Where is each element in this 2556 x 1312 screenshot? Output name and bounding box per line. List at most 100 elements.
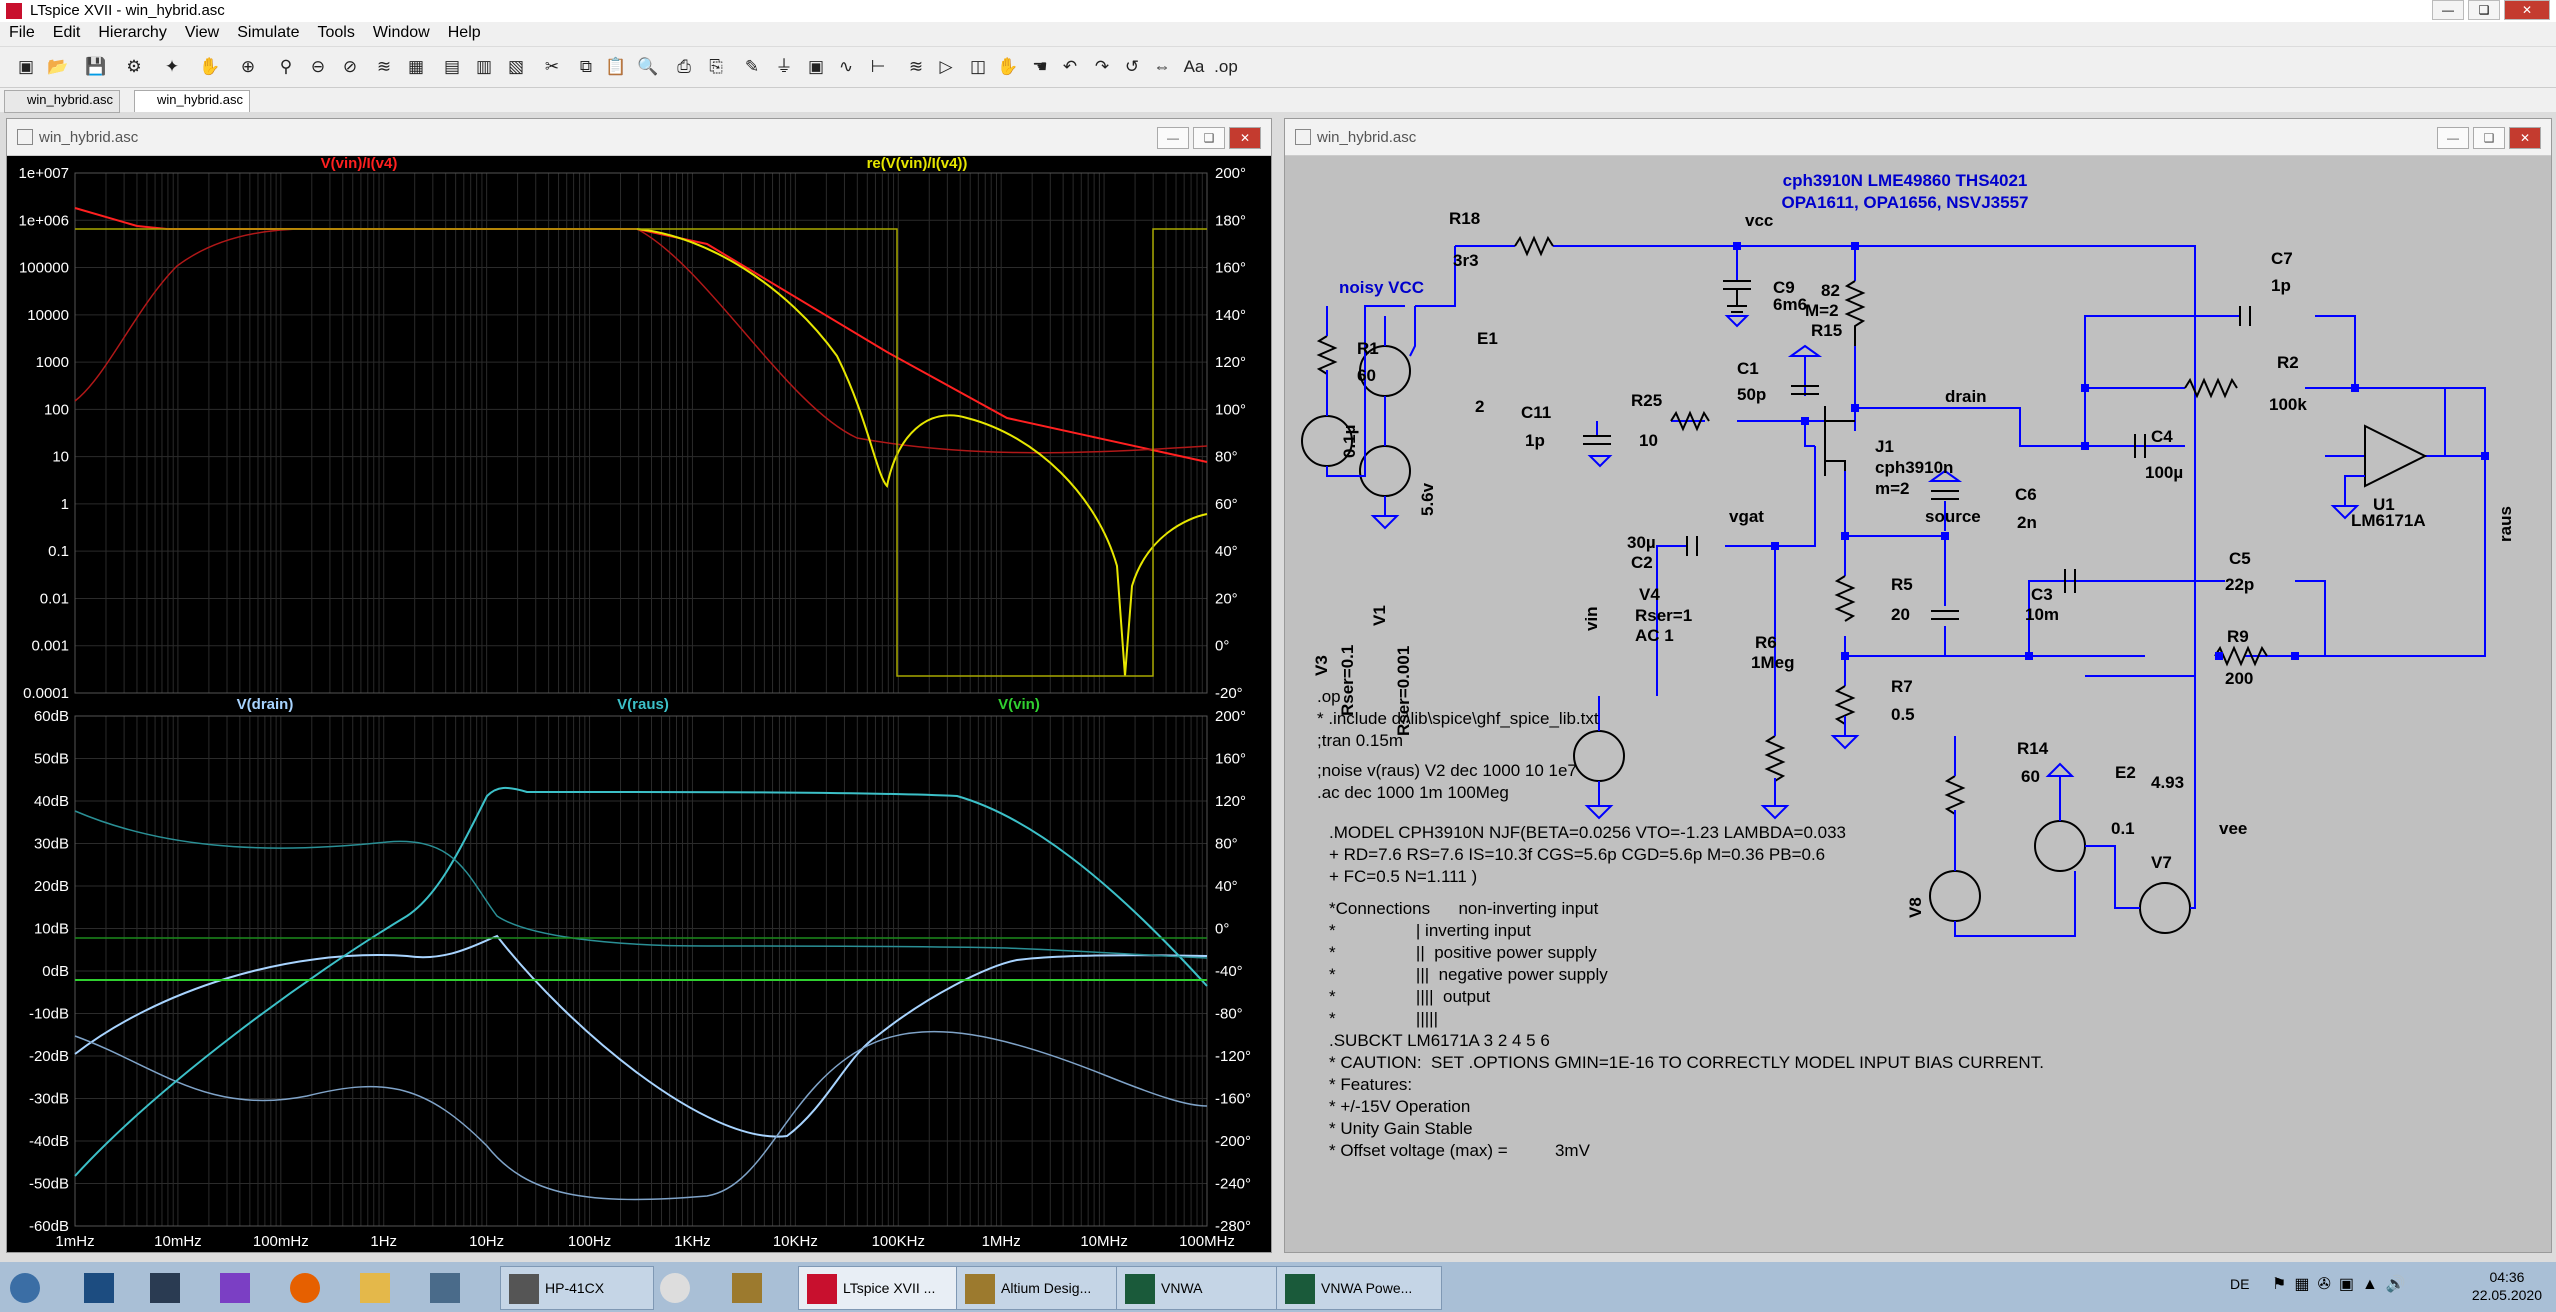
tray-icons[interactable]: ⚑▦✇▣▲🔊 xyxy=(2272,1274,2414,1294)
tab-waveform[interactable]: win_hybrid.asc xyxy=(134,90,250,112)
print-preview-icon[interactable]: ⎘ xyxy=(704,55,728,79)
zoom-in-icon[interactable]: ⊕ xyxy=(236,55,260,79)
spice-directive-line[interactable]: .op xyxy=(1317,686,2044,708)
tile-horizontal-icon[interactable]: ▤ xyxy=(440,55,464,79)
menu-file[interactable]: File xyxy=(0,22,44,46)
inductor-icon[interactable]: ≋ xyxy=(904,55,928,79)
clock[interactable]: 04:36 22.05.2020 xyxy=(2472,1268,2542,1304)
spice-directive-icon[interactable]: .op xyxy=(1214,55,1238,79)
label-net-icon[interactable]: ▣ xyxy=(804,55,828,79)
spice-directive-line[interactable]: * Offset voltage (max) = 3mV xyxy=(1329,1140,2044,1162)
find-icon[interactable]: 🔍 xyxy=(636,55,660,79)
open-icon[interactable]: 📂 xyxy=(46,55,70,79)
schematic-canvas[interactable]: R18 3r3 vcc C9 6m6 noisy VCC R1 60 E1 2 82 M=2 R15 C1… xyxy=(1285,156,2551,1252)
spice-directive-line[interactable]: * ||||| xyxy=(1329,1008,2044,1030)
control-panel-icon[interactable]: ⚙ xyxy=(122,55,146,79)
schematic-restore-button[interactable]: ❑ xyxy=(2473,127,2505,149)
label-c5v: 22p xyxy=(2225,575,2254,594)
spice-directive-line[interactable]: * Features: xyxy=(1329,1074,2044,1096)
tile-vertical-icon[interactable]: ▥ xyxy=(472,55,496,79)
run-icon[interactable]: ✦ xyxy=(160,55,184,79)
minimize-button[interactable]: — xyxy=(2432,0,2464,20)
schematic-minimize-button[interactable]: — xyxy=(2437,127,2469,149)
menu-tools[interactable]: Tools xyxy=(308,22,363,46)
taskbar-vnwa-power[interactable]: VNWA Powe... xyxy=(1276,1266,1442,1310)
spice-directive-line[interactable]: .MODEL CPH3910N NJF(BETA=0.0256 VTO=-1.2… xyxy=(1329,822,2044,844)
menu-help[interactable]: Help xyxy=(439,22,490,46)
move-icon[interactable]: ✋ xyxy=(996,55,1020,79)
taskbar-computer-icon[interactable] xyxy=(430,1266,466,1308)
taskbar-altium-icon[interactable] xyxy=(732,1266,768,1308)
tab-schematic[interactable]: win_hybrid.asc xyxy=(4,90,120,113)
taskbar-openproject-icon[interactable] xyxy=(84,1266,120,1308)
rotate-icon[interactable]: ↺ xyxy=(1120,55,1144,79)
taskbar-explorer-icon[interactable] xyxy=(360,1266,396,1308)
menu-edit[interactable]: Edit xyxy=(44,22,90,46)
taskbar-hp41cx[interactable]: HP-41CX xyxy=(500,1266,654,1310)
waveform-restore-button[interactable]: ❑ xyxy=(1193,127,1225,149)
spice-directive-line[interactable]: ;tran 0.15m xyxy=(1317,730,2044,752)
grid-icon[interactable]: ▦ xyxy=(404,55,428,79)
drag-icon[interactable]: ☚ xyxy=(1028,55,1052,79)
menu-hierarchy[interactable]: Hierarchy xyxy=(89,22,175,46)
spice-directive-line[interactable]: * || positive power supply xyxy=(1329,942,2044,964)
copy-icon[interactable]: ⧉ xyxy=(574,55,598,79)
taskbar-mathcad-icon[interactable] xyxy=(150,1266,186,1308)
spice-directive-line[interactable]: * ||| negative power supply xyxy=(1329,964,2044,986)
spice-directive-line[interactable]: *Connections non-inverting input xyxy=(1329,898,2044,920)
label-u1m: LM6171A xyxy=(2351,511,2426,530)
start-button[interactable] xyxy=(10,1266,46,1308)
ground-icon[interactable]: ⏚ xyxy=(772,55,796,79)
zoom-cancel-icon[interactable]: ⊘ xyxy=(338,55,362,79)
paste-icon[interactable]: 📋 xyxy=(604,55,628,79)
spice-directive-line[interactable]: .ac dec 1000 1m 100Meg xyxy=(1317,782,2044,804)
cascade-icon[interactable]: ▧ xyxy=(504,55,528,79)
capacitor-icon[interactable]: ⊢ xyxy=(866,55,890,79)
spice-directive-line[interactable]: * Unity Gain Stable xyxy=(1329,1118,2044,1140)
spice-directive-line[interactable]: * CAUTION: SET .OPTIONS GMIN=1E-16 TO CO… xyxy=(1329,1052,2044,1074)
spice-directive-line[interactable]: .SUBCKT LM6171A 3 2 4 5 6 xyxy=(1329,1030,2044,1052)
clock-date: 22.05.2020 xyxy=(2471,1287,2542,1303)
language-indicator[interactable]: DE xyxy=(2230,1276,2249,1292)
waveform-minimize-button[interactable]: — xyxy=(1157,127,1189,149)
restore-button[interactable]: ❑ xyxy=(2468,0,2500,20)
taskbar-firefox-icon[interactable] xyxy=(290,1266,326,1308)
zoom-out-icon[interactable]: ⊖ xyxy=(306,55,330,79)
diode-icon[interactable]: ▷ xyxy=(934,55,958,79)
cut-icon[interactable]: ✂ xyxy=(540,55,564,79)
waveform-plot-area[interactable]: 1e+007 1e+006 100000 10000 1000 100 10 1 0.1 0.01… xyxy=(7,156,1271,1252)
taskbar-ltspice[interactable]: LTspice XVII ... xyxy=(798,1266,964,1310)
spice-directive-line[interactable]: * +/-15V Operation xyxy=(1329,1096,2044,1118)
print-icon[interactable]: ⎙ xyxy=(672,55,696,79)
autorange-icon[interactable]: ≋ xyxy=(372,55,396,79)
schematic-close-button[interactable]: ✕ xyxy=(2509,127,2541,149)
halt-icon[interactable]: ✋ xyxy=(198,55,222,79)
spice-directive-line[interactable]: ;noise v(raus) V2 dec 1000 10 1e7 xyxy=(1317,760,2044,782)
undo-icon[interactable]: ↶ xyxy=(1058,55,1082,79)
spice-directives[interactable]: .op * .include d:\lib\spice\ghf_spice_lib… xyxy=(1317,686,2044,1162)
menu-view[interactable]: View xyxy=(176,22,228,46)
pan-icon[interactable]: ⚲ xyxy=(274,55,298,79)
redo-icon[interactable]: ↷ xyxy=(1090,55,1114,79)
waveform-close-button[interactable]: ✕ xyxy=(1229,127,1261,149)
spice-directive-line[interactable]: + FC=0.5 N=1.111 ) xyxy=(1329,866,2044,888)
wire-icon[interactable]: ✎ xyxy=(740,55,764,79)
mirror-icon[interactable]: ⇔ xyxy=(1150,55,1174,79)
close-button[interactable]: ✕ xyxy=(2504,0,2550,20)
text-icon[interactable]: Aa xyxy=(1182,55,1206,79)
spice-directive-line[interactable]: * | inverting input xyxy=(1329,920,2044,942)
menu-simulate[interactable]: Simulate xyxy=(228,22,308,46)
new-schematic-icon[interactable]: ▣ xyxy=(14,55,38,79)
taskbar-altium[interactable]: Altium Desig... xyxy=(956,1266,1122,1310)
taskbar-vnwa[interactable]: VNWA xyxy=(1116,1266,1282,1310)
taskbar-stopwatch-icon[interactable] xyxy=(660,1266,696,1308)
save-icon[interactable]: 💾 xyxy=(84,55,108,79)
top-left-tick: 0.01 xyxy=(40,590,69,607)
spice-directive-line[interactable]: * .include d:\lib\spice\ghf_spice_lib.tx… xyxy=(1317,708,2044,730)
taskbar-affinity-icon[interactable] xyxy=(220,1266,256,1308)
component-icon[interactable]: ◫ xyxy=(966,55,990,79)
spice-directive-line[interactable]: * |||| output xyxy=(1329,986,2044,1008)
spice-directive-line[interactable]: + RD=7.6 RS=7.6 IS=10.3f CGS=5.6p CGD=5.… xyxy=(1329,844,2044,866)
menu-window[interactable]: Window xyxy=(364,22,439,46)
resistor-icon[interactable]: ∿ xyxy=(834,55,858,79)
